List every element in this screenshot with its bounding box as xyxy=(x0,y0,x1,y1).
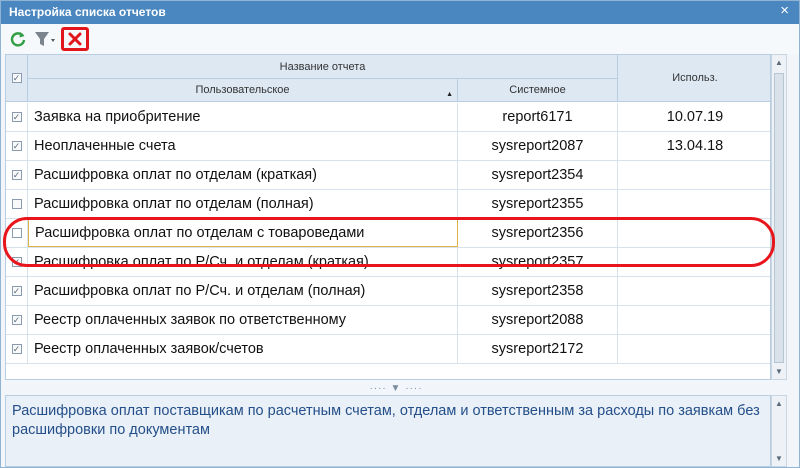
report-name-cell[interactable]: Расшифровка оплат по отделам с товаровед… xyxy=(28,219,458,247)
header-report-name: Название отчета xyxy=(28,55,618,79)
report-list-settings-window: Настройка списка отчетов × ✓ Название от… xyxy=(0,0,800,468)
remove-icon xyxy=(68,32,82,46)
row-checkbox-cell[interactable]: ✓ xyxy=(6,248,28,276)
table-row[interactable]: ✓ Заявка на приобритение report6171 10.07.1… xyxy=(6,103,770,132)
description-scrollbar[interactable]: ▲ ▼ xyxy=(771,395,787,467)
report-name-cell[interactable]: Заявка на приобритение xyxy=(28,103,458,131)
scroll-thumb[interactable] xyxy=(774,73,784,363)
row-checkbox-cell[interactable]: ✓ xyxy=(6,277,28,305)
row-checkbox-cell[interactable] xyxy=(6,190,28,218)
system-name-cell[interactable]: sysreport2088 xyxy=(458,306,618,334)
used-date-cell[interactable]: 10.07.19 xyxy=(618,103,770,131)
filter-icon xyxy=(35,32,55,46)
table-row[interactable]: ✓ Неоплаченные счета sysreport2087 13.04.18 xyxy=(6,132,770,161)
report-name-cell[interactable]: Расшифровка оплат по Р/Сч. и отделам (по… xyxy=(28,277,458,305)
sort-asc-icon: ▲ xyxy=(446,91,453,98)
panel-splitter[interactable]: ···· ▼ ···· xyxy=(5,381,787,395)
report-name-cell[interactable]: Расшифровка оплат по Р/Сч. и отделам (кр… xyxy=(28,248,458,276)
header-user-name-label: Пользовательское xyxy=(195,84,290,96)
table-row[interactable]: ✓ Расшифровка оплат по отделам (краткая) s… xyxy=(6,161,770,190)
row-checkbox[interactable]: ✓ xyxy=(11,315,22,325)
row-checkbox-cell[interactable] xyxy=(6,219,28,247)
toolbar xyxy=(1,24,799,54)
header-user-name[interactable]: Пользовательское ▲ xyxy=(28,79,458,102)
report-name-cell[interactable]: Расшифровка оплат по отделам (полная) xyxy=(28,190,458,218)
system-name-cell[interactable]: sysreport2358 xyxy=(458,277,618,305)
row-checkbox[interactable]: ✓ xyxy=(11,112,22,122)
used-date-cell[interactable] xyxy=(618,248,770,276)
report-name-cell[interactable]: Реестр оплаченных заявок/счетов xyxy=(28,335,458,363)
table-row[interactable]: ✓ Реестр оплаченных заявок по ответственн… xyxy=(6,306,770,335)
system-name-cell[interactable]: sysreport2356 xyxy=(458,219,618,247)
used-date-cell[interactable] xyxy=(618,190,770,218)
header-select-all[interactable]: ✓ xyxy=(6,55,28,102)
window-title: Настройка списка отчетов xyxy=(9,5,166,19)
table-row[interactable]: ✓ Расшифровка оплат по Р/Сч. и отделам (п… xyxy=(6,277,770,306)
row-checkbox-cell[interactable]: ✓ xyxy=(6,161,28,189)
report-name-cell[interactable]: Реестр оплаченных заявок по ответственно… xyxy=(28,306,458,334)
scroll-down-icon[interactable]: ▼ xyxy=(774,367,784,376)
used-date-cell[interactable]: 13.04.18 xyxy=(618,132,770,160)
filter-button[interactable] xyxy=(31,27,59,51)
system-name-cell[interactable]: sysreport2357 xyxy=(458,248,618,276)
row-checkbox[interactable]: ✓ xyxy=(11,344,22,354)
remove-button[interactable] xyxy=(61,27,89,51)
report-description: Расшифровка оплат поставщикам по расчетн… xyxy=(5,395,771,467)
row-checkbox-cell[interactable]: ✓ xyxy=(6,306,28,334)
row-checkbox[interactable]: ✓ xyxy=(11,286,22,296)
report-name-cell[interactable]: Неоплаченные счета xyxy=(28,132,458,160)
row-checkbox[interactable]: ✓ xyxy=(11,141,22,151)
table-row[interactable]: ✓ Реестр оплаченных заявок/счетов sysrepor… xyxy=(6,335,770,364)
refresh-button[interactable] xyxy=(7,27,29,51)
used-date-cell[interactable] xyxy=(618,335,770,363)
used-date-cell[interactable] xyxy=(618,277,770,305)
desc-scroll-down-icon[interactable]: ▼ xyxy=(774,454,784,463)
system-name-cell[interactable]: report6171 xyxy=(458,103,618,131)
row-checkbox-cell[interactable]: ✓ xyxy=(6,132,28,160)
report-grid: ✓ Название отчета Пользовательское ▲ Сис… xyxy=(5,54,771,380)
table-row[interactable]: ✓ Расшифровка оплат по Р/Сч. и отделам (к… xyxy=(6,248,770,277)
close-icon[interactable]: × xyxy=(780,2,789,19)
row-checkbox[interactable] xyxy=(11,199,22,209)
table-row[interactable]: Расшифровка оплат по отделам (полная) sys… xyxy=(6,190,770,219)
used-date-cell[interactable] xyxy=(618,161,770,189)
desc-scroll-up-icon[interactable]: ▲ xyxy=(774,399,784,408)
row-checkbox-cell[interactable]: ✓ xyxy=(6,335,28,363)
row-checkbox[interactable]: ✓ xyxy=(11,257,22,267)
used-date-cell[interactable] xyxy=(618,219,770,247)
system-name-cell[interactable]: sysreport2355 xyxy=(458,190,618,218)
report-name-cell[interactable]: Расшифровка оплат по отделам (краткая) xyxy=(28,161,458,189)
row-checkbox[interactable]: ✓ xyxy=(11,170,22,180)
row-checkbox-cell[interactable]: ✓ xyxy=(6,103,28,131)
window-titlebar: Настройка списка отчетов × xyxy=(1,1,799,24)
select-all-checkbox[interactable]: ✓ xyxy=(11,73,22,83)
system-name-cell[interactable]: sysreport2172 xyxy=(458,335,618,363)
header-system-name[interactable]: Системное xyxy=(458,79,618,102)
used-date-cell[interactable] xyxy=(618,306,770,334)
system-name-cell[interactable]: sysreport2087 xyxy=(458,132,618,160)
header-used[interactable]: Использ. xyxy=(618,55,770,102)
table-row[interactable]: Расшифровка оплат по отделам с товаровед… xyxy=(6,219,770,248)
row-checkbox[interactable] xyxy=(11,228,22,238)
system-name-cell[interactable]: sysreport2354 xyxy=(458,161,618,189)
grid-scrollbar[interactable]: ▲ ▼ xyxy=(771,54,787,380)
refresh-icon xyxy=(10,32,26,47)
scroll-up-icon[interactable]: ▲ xyxy=(774,58,784,67)
